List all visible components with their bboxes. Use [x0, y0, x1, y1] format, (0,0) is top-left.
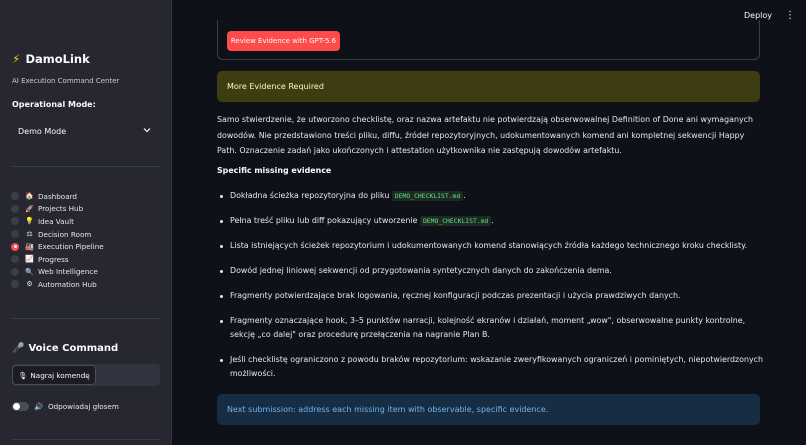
operational-mode-value: Demo Mode: [18, 126, 67, 136]
assessment-paragraph: Samo stwierdzenie, że utworzono checklis…: [217, 115, 753, 155]
list-item-text: Jeśli checklistę ograniczono z powodu br…: [230, 355, 763, 378]
list-item: Fragmenty potwierdzające brak logowania,…: [218, 289, 763, 303]
list-item-suffix: .: [491, 216, 494, 225]
list-item-text: Dowód jednej liniowej sekwencji od przyg…: [230, 266, 612, 275]
sidebar-divider: [12, 318, 160, 319]
list-item-text: Lista istniejących ścieżek repozytorium …: [230, 241, 748, 250]
list-item: Jeśli checklistę ograniczono z powodu br…: [218, 353, 763, 381]
nav-item[interactable]: 🏭 Execution Pipeline: [11, 240, 104, 253]
list-item: Dokładna ścieżka repozytoryjna do pliku …: [218, 189, 763, 203]
nav-item[interactable]: ⚙ Automation Hub: [11, 278, 104, 291]
voice-reply-toggle-row: 🔊 Odpowiadaj głosem: [12, 402, 119, 411]
list-item: Pełna treść pliku lub diff pokazujący ut…: [218, 214, 763, 228]
app-brand: ⚡ DamoLink: [12, 52, 90, 66]
list-item: Lista istniejących ścieżek repozytorium …: [218, 239, 763, 253]
voice-reply-toggle[interactable]: [12, 402, 29, 411]
radio-icon[interactable]: [11, 242, 19, 251]
lightning-icon: ⚡: [12, 52, 21, 66]
list-item: Dowód jednej liniowej sekwencji od przyg…: [218, 264, 763, 278]
nav-item-label: Web Intelligence: [38, 267, 98, 277]
nav-item-label: Execution Pipeline: [38, 242, 104, 252]
chevron-down-icon: [143, 128, 151, 133]
voice-command-title: Voice Command: [28, 343, 119, 354]
nav-item-label: Idea Vault: [38, 216, 74, 226]
page-navigation: 🏠 Dashboard 🚀 Projects Hub 💡 Idea Vault ⚖ Decis…: [11, 190, 104, 291]
radio-icon[interactable]: [11, 280, 19, 289]
studio-microphone-icon: 🎙: [18, 370, 28, 380]
review-evidence-button[interactable]: Review Evidence with GPT-5.6: [227, 31, 340, 51]
radio-icon[interactable]: [11, 204, 19, 213]
nav-item-label: Progress: [38, 254, 69, 264]
nav-item[interactable]: 🚀 Projects Hub: [11, 203, 104, 216]
missing-evidence-heading: Specific missing evidence: [217, 166, 332, 175]
nav-item-label: Dashboard: [38, 191, 77, 201]
list-item-text: Pełna treść pliku lub diff pokazujący ut…: [230, 216, 420, 225]
sidebar-divider: [12, 166, 160, 167]
sidebar: ⚡ DamoLink AI Execution Command Center O…: [0, 0, 172, 445]
warning-alert: More Evidence Required: [217, 71, 760, 102]
radio-icon[interactable]: [11, 255, 19, 264]
nav-item[interactable]: 🏠 Dashboard: [11, 190, 104, 203]
nav-item-label: Automation Hub: [38, 279, 97, 289]
missing-evidence-list: Dokładna ścieżka repozytoryjna do pliku …: [218, 189, 763, 392]
file-name-code: DEMO_CHECKLIST.md: [391, 191, 464, 201]
kebab-menu-icon[interactable]: ⋮: [785, 10, 795, 21]
app-subtitle: AI Execution Command Center: [12, 77, 120, 85]
radio-icon[interactable]: [11, 267, 19, 276]
nav-item-icon: ⚙: [26, 280, 33, 289]
speaker-icon: 🔊: [34, 402, 43, 411]
list-item: Fragmenty oznaczające hook, 3–5 punktów …: [218, 314, 763, 342]
nav-item-icon: 📈: [25, 255, 34, 264]
voice-command-heading: 🎤 Voice Command: [12, 343, 118, 354]
list-item-text: Fragmenty potwierdzające brak logowania,…: [230, 291, 681, 300]
file-name-code: DEMO_CHECKLIST.md: [419, 216, 492, 226]
info-alert: Next submission: address each missing it…: [217, 394, 760, 425]
nav-item[interactable]: 💡 Idea Vault: [11, 215, 104, 228]
nav-item-label: Decision Room: [38, 229, 92, 239]
microphone-icon: 🎤: [12, 343, 25, 354]
nav-item-icon: 💡: [25, 217, 34, 226]
nav-item-icon: 🚀: [25, 204, 34, 213]
nav-item-icon: ⚖: [26, 230, 33, 239]
list-item-text: Fragmenty oznaczające hook, 3–5 punktów …: [230, 316, 746, 339]
radio-icon[interactable]: [11, 230, 19, 239]
list-item-text: Dokładna ścieżka repozytoryjna do pliku: [230, 191, 392, 200]
record-command-button[interactable]: 🎙 Nagraj komendę: [12, 365, 96, 385]
nav-item-icon: 🏠: [25, 192, 34, 201]
record-command-label: Nagraj komendę: [30, 370, 90, 380]
nav-item-icon: 🔍: [25, 267, 34, 276]
radio-icon[interactable]: [11, 192, 19, 201]
nav-item[interactable]: 📈 Progress: [11, 253, 104, 266]
nav-item[interactable]: 🔍 Web Intelligence: [11, 266, 104, 279]
nav-item[interactable]: ⚖ Decision Room: [11, 228, 104, 241]
radio-icon[interactable]: [11, 217, 19, 226]
operational-mode-select[interactable]: Demo Mode: [12, 120, 160, 142]
voice-reply-label: Odpowiadaj głosem: [47, 402, 119, 411]
sidebar-divider: [12, 439, 160, 440]
operational-mode-label: Operational Mode:: [12, 100, 96, 109]
nav-item-icon: 🏭: [25, 242, 34, 251]
nav-item-label: Projects Hub: [38, 204, 84, 214]
deploy-button[interactable]: Deploy: [744, 11, 772, 20]
app-title: DamoLink: [25, 52, 90, 66]
list-item-suffix: .: [463, 191, 466, 200]
